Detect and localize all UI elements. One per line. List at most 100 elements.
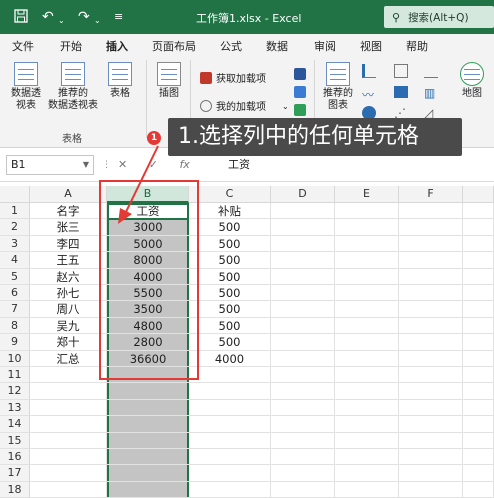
recommended-charts-button[interactable]: 推荐的 图表 (320, 62, 356, 112)
cell-a17[interactable] (30, 465, 107, 482)
column-chart-icon[interactable] (362, 64, 376, 78)
hierarchy-chart-icon[interactable] (394, 64, 408, 78)
cell-b17[interactable] (107, 465, 189, 482)
cell-a1[interactable]: 名字 (30, 203, 107, 220)
cell-g8[interactable] (463, 317, 494, 335)
cell-g7[interactable] (463, 301, 494, 318)
column-header-f[interactable]: F (399, 186, 463, 203)
cell-e12[interactable] (335, 383, 399, 400)
cell-g2[interactable] (463, 219, 494, 236)
cell-b12[interactable] (107, 383, 189, 400)
illustrations-button[interactable]: 插图 (154, 62, 184, 100)
row-header[interactable]: 6 (0, 285, 30, 302)
cell-d2[interactable] (271, 219, 335, 236)
cell-g12[interactable] (463, 383, 494, 400)
visio-icon[interactable] (294, 68, 306, 80)
cell-f17[interactable] (399, 465, 463, 482)
customize-toolbar-icon[interactable]: ≡ (114, 9, 123, 25)
fx-icon[interactable]: fx (179, 158, 189, 171)
cell-d3[interactable] (271, 235, 335, 253)
cell-e17[interactable] (335, 465, 399, 482)
row-header[interactable]: 14 (0, 416, 30, 433)
cell-f13[interactable] (399, 399, 463, 417)
cell-a5[interactable]: 赵六 (30, 268, 107, 285)
cell-d15[interactable] (271, 432, 335, 449)
cell-d9[interactable] (271, 334, 335, 351)
tab-home[interactable]: 开始 (60, 38, 82, 54)
cell-c12[interactable] (189, 383, 271, 400)
cell-g3[interactable] (463, 235, 494, 253)
cell-b13[interactable] (107, 400, 189, 417)
redo-dropdown-icon[interactable]: ⌄ (94, 13, 101, 29)
cell-d16[interactable] (271, 449, 335, 466)
cell-c15[interactable] (189, 432, 271, 449)
cell-c7[interactable]: 500 (189, 301, 271, 318)
cell-g18[interactable] (463, 481, 494, 498)
my-addins-dropdown-icon[interactable]: ⌄ (282, 102, 289, 111)
cell-a13[interactable] (30, 399, 107, 417)
cell-e2[interactable] (335, 219, 399, 236)
cell-a11[interactable] (30, 367, 107, 384)
row-header[interactable]: 3 (0, 235, 30, 253)
tab-review[interactable]: 审阅 (314, 38, 336, 54)
row-header[interactable]: 1 (0, 203, 30, 220)
cell-g6[interactable] (463, 285, 494, 302)
cell-g16[interactable] (463, 449, 494, 466)
line-chart-icon[interactable]: 〰 (362, 86, 374, 103)
tab-view[interactable]: 视图 (360, 38, 382, 54)
get-addins-button[interactable]: 获取加载项 (200, 70, 266, 85)
cell-d17[interactable] (271, 465, 335, 482)
tab-file[interactable]: 文件 (12, 38, 34, 54)
redo-icon[interactable]: ↷ (78, 9, 90, 25)
undo-dropdown-icon[interactable]: ⌄ (58, 13, 65, 29)
cell-a7[interactable]: 周八 (30, 301, 107, 318)
cell-c1[interactable]: 补贴 (189, 203, 271, 220)
cell-f5[interactable] (399, 268, 463, 285)
combo-chart-icon[interactable]: ▥ (424, 86, 435, 100)
formula-input[interactable]: 工资 (228, 155, 250, 175)
bing-icon[interactable] (294, 86, 306, 98)
cell-e18[interactable] (335, 481, 399, 498)
cell-c2[interactable]: 500 (189, 219, 271, 236)
column-header-e[interactable]: E (335, 186, 399, 203)
my-addins-button[interactable]: 我的加载项 (200, 98, 266, 113)
row-header[interactable]: 12 (0, 383, 30, 400)
cell-c3[interactable]: 500 (189, 235, 271, 253)
row-header[interactable]: 7 (0, 301, 30, 318)
cell-f16[interactable] (399, 449, 463, 466)
cell-b16[interactable] (107, 449, 189, 466)
cell-c14[interactable] (189, 416, 271, 433)
cell-c16[interactable] (189, 449, 271, 466)
table-button[interactable]: 表格 (104, 62, 136, 100)
cell-f2[interactable] (399, 219, 463, 236)
cell-f4[interactable] (399, 252, 463, 269)
cell-d6[interactable] (271, 285, 335, 302)
cell-f1[interactable] (399, 203, 463, 220)
cell-a3[interactable]: 李四 (30, 235, 107, 253)
cell-e15[interactable] (335, 432, 399, 449)
cell-d13[interactable] (271, 399, 335, 417)
cell-g11[interactable] (463, 367, 494, 384)
select-all-corner[interactable] (0, 186, 30, 203)
cell-d1[interactable] (271, 203, 335, 220)
cell-d12[interactable] (271, 383, 335, 400)
people-graph-icon[interactable] (294, 104, 306, 116)
cell-g9[interactable] (463, 334, 494, 351)
cell-d14[interactable] (271, 416, 335, 433)
row-header[interactable]: 11 (0, 367, 30, 384)
row-header[interactable]: 16 (0, 449, 30, 466)
cell-a16[interactable] (30, 449, 107, 466)
cell-c6[interactable]: 500 (189, 285, 271, 302)
statistic-chart-icon[interactable] (394, 86, 408, 98)
cell-b14[interactable] (107, 416, 189, 433)
row-header[interactable]: 18 (0, 481, 30, 498)
pivot-table-button[interactable]: 数据透 视表 (8, 62, 44, 112)
cell-c18[interactable] (189, 481, 271, 498)
row-header[interactable]: 4 (0, 252, 30, 269)
cell-a15[interactable] (30, 432, 107, 449)
cell-f9[interactable] (399, 334, 463, 351)
cell-f15[interactable] (399, 432, 463, 449)
row-header[interactable]: 13 (0, 399, 30, 417)
cell-c4[interactable]: 500 (189, 252, 271, 269)
cell-e11[interactable] (335, 367, 399, 384)
